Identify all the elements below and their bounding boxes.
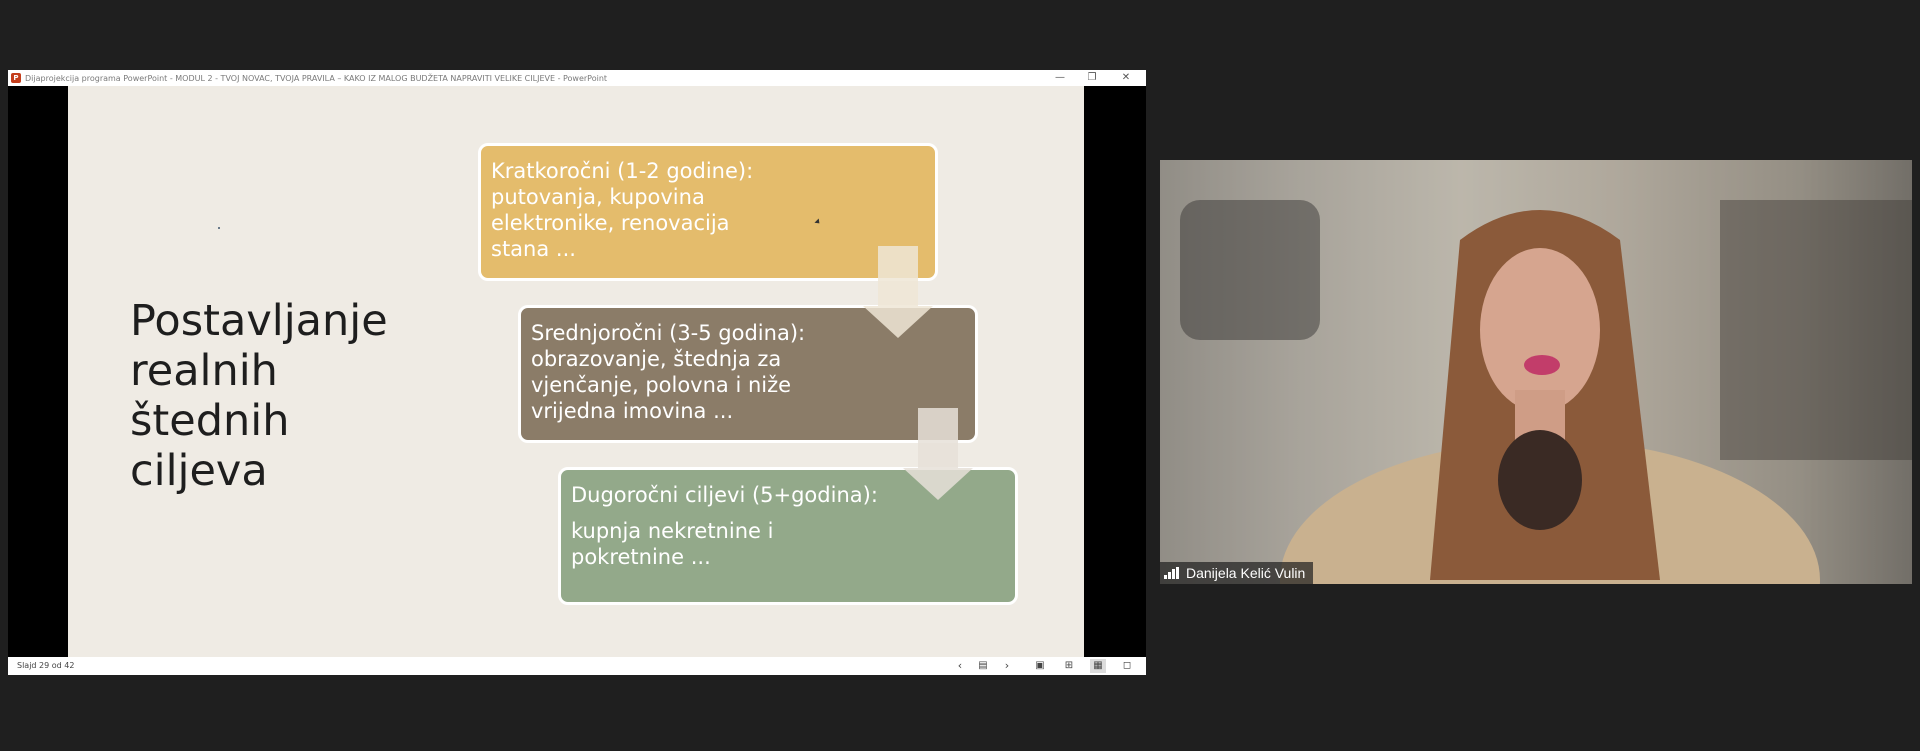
slide-heading: Postavljanje realnih štednih ciljeva [130,296,430,496]
previous-slide-button[interactable]: ‹ [952,659,968,673]
normal-view-icon[interactable]: ▣ [1032,659,1048,673]
participant-video-tile[interactable]: Danijela Kelić Vulin [1160,160,1912,584]
down-arrow-icon [903,408,973,500]
window-titlebar: P Dijaprojekcija programa PowerPoint - M… [8,70,1146,86]
window-title: Dijaprojekcija programa PowerPoint - MOD… [25,73,608,83]
slideshow-view-icon[interactable]: ◻ [1119,659,1135,673]
slide-counter: Slajd 29 od 42 [17,661,75,670]
box-line: pokretnine ... [571,545,711,569]
box-line: Kratkoročni (1-2 godine): [491,159,754,183]
box-line: stana ... [491,237,576,261]
status-bar: Slajd 29 od 42 ‹ ▤ › ▣ ⊞ ▦ ◻ [8,657,1146,675]
powerpoint-window: P Dijaprojekcija programa PowerPoint - M… [8,70,1146,675]
slide-canvas[interactable]: Postavljanje realnih štednih ciljeva Kra… [68,86,1084,657]
participant-video [1160,160,1912,584]
box-line: obrazovanje, štednja za [531,347,782,371]
close-button[interactable]: ✕ [1109,70,1143,86]
slides-list-icon[interactable]: ▤ [975,659,991,673]
heading-line: ciljeva [130,446,268,496]
box-spacer [571,508,1005,518]
box-line: elektronike, renovacija [491,211,730,235]
down-arrow-icon [863,246,933,338]
heading-line: štednih [130,396,290,446]
box-line: putovanja, kupovina [491,185,705,209]
signal-strength-icon [1164,567,1180,579]
heading-line: Postavljanje [130,296,388,346]
box-line: vrijedna imovina ... [531,399,734,423]
participant-name-tag: Danijela Kelić Vulin [1160,562,1314,584]
restore-button[interactable]: ❐ [1075,70,1109,86]
slide-sorter-view-icon[interactable]: ⊞ [1061,659,1077,673]
powerpoint-icon: P [11,73,21,83]
heading-line: realnih [130,346,278,396]
participant-name: Danijela Kelić Vulin [1186,565,1306,581]
box-line: kupnja nekretnine i [571,519,774,543]
next-slide-button[interactable]: › [999,659,1015,673]
minimize-button[interactable]: — [1043,70,1077,86]
slide-dot [218,227,220,229]
box-line: vjenčanje, polovna i niže [531,373,792,397]
reading-view-icon[interactable]: ▦ [1090,659,1106,673]
